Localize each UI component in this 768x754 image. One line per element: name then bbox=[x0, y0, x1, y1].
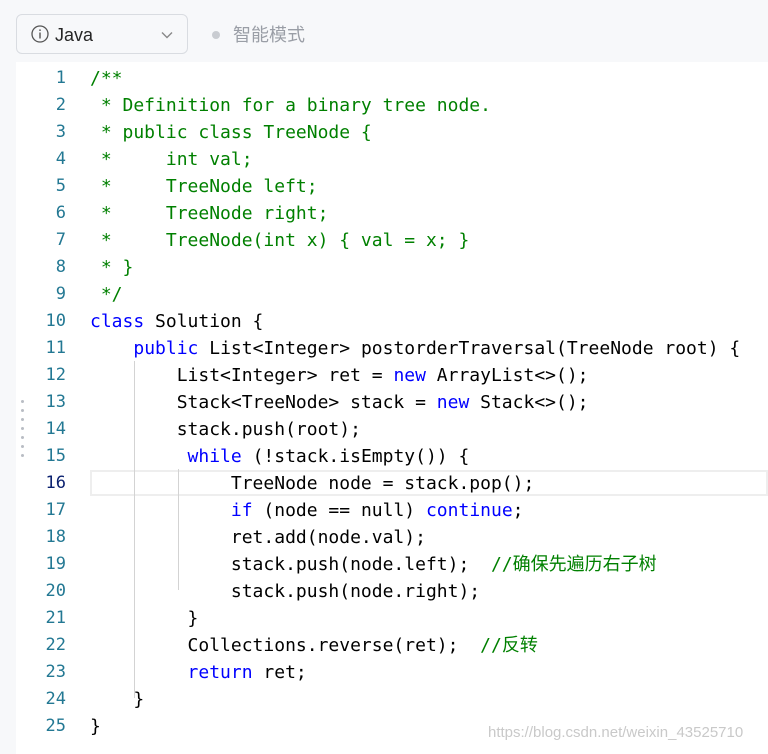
line-number: 8 bbox=[55, 257, 66, 277]
code-line: 11 public List<Integer> postorderTravers… bbox=[16, 335, 768, 362]
code-text: class Solution { bbox=[90, 311, 264, 332]
line-number: 10 bbox=[45, 311, 66, 331]
code-line: 8 * } bbox=[16, 254, 768, 281]
code-text: * TreeNode left; bbox=[90, 176, 318, 197]
line-number: 19 bbox=[45, 554, 66, 574]
code-text: * Definition for a binary tree node. bbox=[90, 95, 491, 116]
code-line: 1 /** bbox=[16, 65, 768, 92]
line-number: 18 bbox=[45, 527, 66, 547]
code-line: 15 while (!stack.isEmpty()) { bbox=[16, 443, 768, 470]
code-text: * TreeNode right; bbox=[90, 203, 329, 224]
code-text: if (node == null) continue; bbox=[230, 500, 524, 521]
code-line: 19 stack.push(node.left); //确保先遍历右子树 bbox=[16, 551, 768, 578]
code-text: while (!stack.isEmpty()) { bbox=[187, 446, 470, 467]
code-line: 24 } bbox=[16, 686, 768, 713]
code-line: 18 ret.add(node.val); bbox=[16, 524, 768, 551]
line-number: 7 bbox=[55, 230, 66, 250]
mode-status-dot bbox=[212, 31, 220, 39]
code-text: * public class TreeNode { bbox=[90, 122, 372, 143]
line-number: 11 bbox=[45, 338, 66, 358]
line-number: 9 bbox=[55, 284, 66, 304]
code-line: 23 return ret; bbox=[16, 659, 768, 686]
code-text: List<Integer> ret = new ArrayList<>(); bbox=[90, 365, 589, 386]
code-line: 22 Collections.reverse(ret); //反转 bbox=[16, 632, 768, 659]
code-line: 21 } bbox=[16, 605, 768, 632]
code-line: 3 * public class TreeNode { bbox=[16, 119, 768, 146]
code-text: * } bbox=[90, 257, 134, 278]
code-text: * int val; bbox=[90, 149, 253, 170]
code-text: /** bbox=[90, 68, 123, 89]
code-text: stack.push(node.right); bbox=[90, 581, 481, 602]
editor-toolbar: Java 智能模式 bbox=[0, 0, 768, 62]
code-line: 7 * TreeNode(int x) { val = x; } bbox=[16, 227, 768, 254]
code-line: 12 List<Integer> ret = new ArrayList<>()… bbox=[16, 362, 768, 389]
line-number: 6 bbox=[55, 203, 66, 223]
code-line: 5 * TreeNode left; bbox=[16, 173, 768, 200]
code-text: } bbox=[90, 608, 199, 629]
line-number: 1 bbox=[55, 68, 66, 88]
language-label: Java bbox=[55, 25, 94, 45]
code-text: return ret; bbox=[187, 662, 307, 683]
line-number: 23 bbox=[45, 662, 66, 682]
line-number: 24 bbox=[45, 689, 66, 709]
code-text: Stack<TreeNode> stack = new Stack<>(); bbox=[90, 392, 589, 413]
code-text: stack.push(root); bbox=[90, 419, 361, 440]
code-text: ret.add(node.val); bbox=[90, 527, 426, 548]
code-text: } bbox=[90, 716, 101, 737]
watermark: https://blog.csdn.net/weixin_43525710 bbox=[488, 724, 744, 741]
code-line: 13 Stack<TreeNode> stack = new Stack<>()… bbox=[16, 389, 768, 416]
line-number: 21 bbox=[45, 608, 66, 628]
line-number: 16 bbox=[45, 473, 66, 493]
line-number: 12 bbox=[45, 365, 66, 385]
line-number: 5 bbox=[55, 176, 66, 196]
line-number: 15 bbox=[45, 446, 66, 466]
code-line: 16 TreeNode node = stack.pop(); bbox=[16, 470, 768, 497]
code-text: Collections.reverse(ret); //反转 bbox=[90, 635, 538, 656]
line-number: 14 bbox=[45, 419, 66, 439]
code-text: } bbox=[90, 689, 145, 710]
chevron-down-icon bbox=[161, 32, 173, 39]
code-text: stack.push(node.left); //确保先遍历右子树 bbox=[90, 554, 657, 575]
code-line: 6 * TreeNode right; bbox=[16, 200, 768, 227]
info-icon bbox=[31, 25, 49, 43]
line-number: 20 bbox=[45, 581, 66, 601]
line-number: 4 bbox=[55, 149, 66, 169]
language-select[interactable]: Java bbox=[16, 14, 188, 54]
code-line: 10 class Solution { bbox=[16, 308, 768, 335]
line-number: 3 bbox=[55, 122, 66, 142]
code-text: public List<Integer> postorderTraversal(… bbox=[133, 338, 741, 359]
code-text: * TreeNode(int x) { val = x; } bbox=[90, 230, 470, 251]
code-line: 2 * Definition for a binary tree node. bbox=[16, 92, 768, 119]
line-number: 17 bbox=[45, 500, 66, 520]
code-line: 9 */ bbox=[16, 281, 768, 308]
line-number: 22 bbox=[45, 635, 66, 655]
line-number: 25 bbox=[45, 716, 66, 736]
code-line: 4 * int val; bbox=[16, 146, 768, 173]
smart-mode-toggle[interactable]: 智能模式 bbox=[233, 24, 305, 46]
code-line: 14 stack.push(root); bbox=[16, 416, 768, 443]
code-line: 17 if (node == null) continue; bbox=[16, 497, 768, 524]
line-number: 13 bbox=[45, 392, 66, 412]
code-line: 20 stack.push(node.right); bbox=[16, 578, 768, 605]
line-number: 2 bbox=[55, 95, 66, 115]
code-text: TreeNode node = stack.pop(); bbox=[90, 473, 535, 494]
code-text: */ bbox=[90, 284, 123, 305]
